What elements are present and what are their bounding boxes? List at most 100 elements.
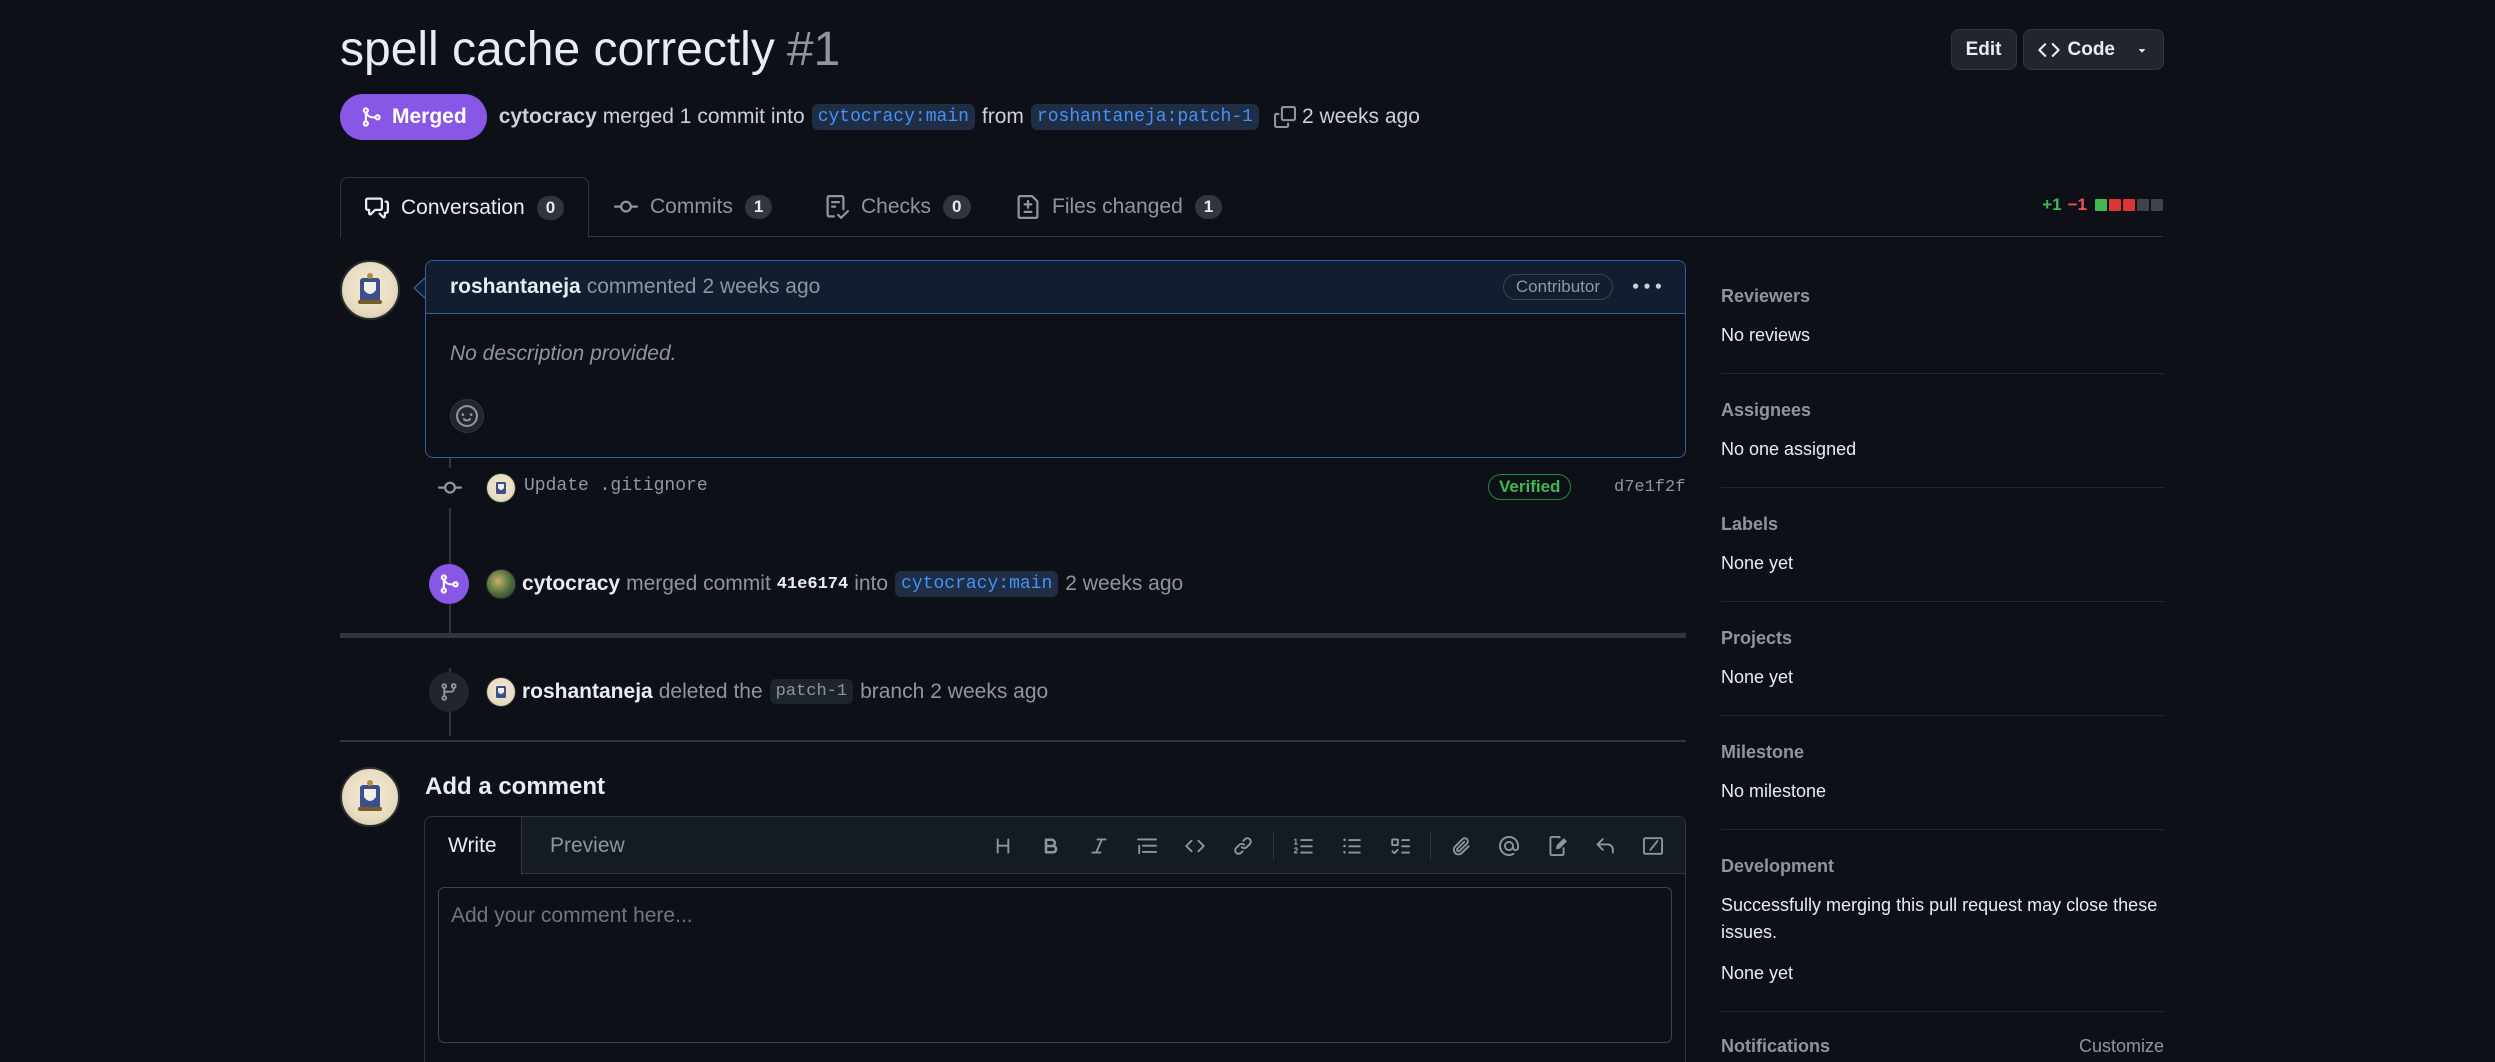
comment-body: No description provided. bbox=[450, 342, 677, 365]
mention-icon[interactable] bbox=[1485, 831, 1533, 861]
pr-description-comment: roshantaneja commented 2 weeks ago Contr… bbox=[425, 260, 1686, 458]
merge-event: cytocracy merged commit 41e6174 into cyt… bbox=[522, 571, 1183, 597]
bold-icon[interactable] bbox=[1027, 831, 1075, 861]
delete-time[interactable]: 2 weeks ago bbox=[930, 680, 1048, 704]
add-comment-title: Add a comment bbox=[425, 773, 606, 800]
base-branch[interactable]: cytocracy:main bbox=[811, 104, 975, 130]
head-branch[interactable]: roshantaneja:patch-1 bbox=[1030, 104, 1259, 130]
pr-title: spell cache correctly bbox=[340, 23, 775, 76]
sidebar-heading: Labels bbox=[1721, 514, 1779, 534]
delete-author[interactable]: roshantaneja bbox=[522, 680, 653, 704]
cross-reference-icon[interactable] bbox=[1533, 831, 1581, 861]
sidebar-heading: Assignees bbox=[1721, 400, 1812, 420]
slash-command-icon[interactable] bbox=[1629, 831, 1677, 861]
tab-conversation[interactable]: Conversation 0 bbox=[340, 177, 590, 238]
commit-sha[interactable]: d7e1f2f bbox=[1614, 478, 1685, 497]
ordered-list-icon[interactable] bbox=[1280, 831, 1328, 861]
branch-word: branch bbox=[860, 679, 925, 703]
pr-number: #1 bbox=[786, 23, 841, 76]
quote-icon[interactable] bbox=[1123, 831, 1171, 861]
avatar[interactable] bbox=[486, 473, 516, 503]
git-merge-icon bbox=[438, 573, 460, 595]
tab-checks[interactable]: Checks 0 bbox=[825, 177, 971, 237]
code-label: Code bbox=[2067, 38, 2116, 60]
comment-header: roshantaneja commented 2 weeks ago Contr… bbox=[426, 261, 1685, 314]
comment-textarea[interactable]: Add your comment here... bbox=[438, 887, 1672, 1043]
tab-files-changed[interactable]: Files changed 1 bbox=[1016, 177, 1223, 237]
into-text: into bbox=[854, 572, 889, 595]
comment-action: commented bbox=[586, 275, 697, 298]
comment-time[interactable]: 2 weeks ago bbox=[702, 275, 820, 299]
editor-toolbar: Write Preview bbox=[425, 817, 1685, 875]
projects-label[interactable]: Projects bbox=[1721, 628, 2164, 649]
avatar[interactable] bbox=[340, 260, 400, 320]
sidebar-heading: Reviewers bbox=[1721, 286, 1811, 306]
reply-icon[interactable] bbox=[1581, 831, 1629, 861]
diffstat-block bbox=[2095, 199, 2107, 211]
link-icon[interactable] bbox=[1219, 831, 1267, 861]
status-badge: Merged bbox=[340, 94, 487, 140]
caret-down-icon bbox=[2125, 43, 2149, 57]
attach-icon[interactable] bbox=[1437, 831, 1485, 861]
delete-action: deleted the bbox=[658, 679, 763, 703]
comment-author[interactable]: roshantaneja bbox=[450, 275, 581, 299]
avatar[interactable] bbox=[486, 569, 516, 599]
code-button[interactable]: Code bbox=[2022, 29, 2164, 70]
labels-label[interactable]: Labels bbox=[1721, 514, 2164, 535]
assignees-label[interactable]: Assignees bbox=[1721, 400, 2164, 421]
sidebar-heading: Milestone bbox=[1721, 742, 1805, 762]
merge-event-time[interactable]: 2 weeks ago bbox=[1065, 572, 1183, 596]
tab-label: Conversation bbox=[401, 195, 525, 219]
status-label: Merged bbox=[392, 105, 467, 128]
sidebar-labels: Labels None yet bbox=[1721, 488, 2164, 602]
sidebar-milestone: Milestone No milestone bbox=[1721, 716, 2164, 830]
milestone-label[interactable]: Milestone bbox=[1721, 742, 2164, 763]
commit-event-icon bbox=[430, 468, 470, 508]
merge-branch[interactable]: cytocracy:main bbox=[895, 571, 1059, 597]
merger-link[interactable]: cytocracy bbox=[499, 105, 597, 129]
tab-preview[interactable]: Preview bbox=[550, 817, 625, 875]
diffstat-block bbox=[2151, 199, 2163, 211]
sidebar-reviewers: Reviewers No reviews bbox=[1721, 260, 2164, 374]
checklist-icon bbox=[825, 195, 861, 219]
tab-count: 0 bbox=[943, 195, 971, 219]
code-icon[interactable] bbox=[1171, 831, 1219, 861]
sidebar-development: Development Successfully merging this pu… bbox=[1721, 830, 2164, 1012]
unordered-list-icon[interactable] bbox=[1328, 831, 1376, 861]
edit-button[interactable]: Edit bbox=[1950, 29, 2017, 70]
sidebar-notifications: Notifications Customize bbox=[1721, 1012, 2164, 1062]
copy-icon[interactable] bbox=[1273, 106, 1296, 128]
commit-message[interactable]: Update .gitignore bbox=[524, 476, 708, 496]
development-label[interactable]: Development bbox=[1721, 856, 2164, 877]
avatar[interactable] bbox=[486, 677, 516, 707]
merge-author[interactable]: cytocracy bbox=[522, 572, 620, 596]
task-list-icon[interactable] bbox=[1376, 831, 1424, 861]
tab-commits[interactable]: Commits 1 bbox=[614, 177, 773, 237]
add-reaction-button[interactable] bbox=[450, 399, 484, 433]
formatting-tools bbox=[979, 831, 1677, 861]
verified-badge[interactable]: Verified bbox=[1488, 474, 1572, 500]
customize-link[interactable]: Customize bbox=[2079, 1036, 2164, 1057]
merge-commit-sha[interactable]: 41e6174 bbox=[777, 575, 848, 594]
write-label: Write bbox=[448, 834, 497, 857]
sidebar-assignees: Assignees No one assigned bbox=[1721, 374, 2164, 488]
diff-deletions: −1 bbox=[2067, 195, 2087, 214]
preview-label: Preview bbox=[550, 834, 625, 857]
tab-write[interactable]: Write bbox=[425, 817, 522, 875]
reviewers-label[interactable]: Reviewers bbox=[1721, 286, 2164, 307]
avatar[interactable] bbox=[340, 767, 400, 827]
tab-count: 0 bbox=[536, 195, 565, 220]
pr-tabs: Conversation 0 Commits 1 Checks 0 Files … bbox=[340, 177, 2163, 238]
tab-label: Checks bbox=[861, 195, 932, 218]
git-branch-icon bbox=[439, 682, 459, 702]
diffstat-blocks bbox=[2095, 199, 2163, 211]
sidebar-projects: Projects None yet bbox=[1721, 602, 2164, 716]
edit-label: Edit bbox=[1965, 38, 2002, 60]
reviewers-value: No reviews bbox=[1721, 325, 1811, 345]
git-merge-icon bbox=[360, 106, 392, 128]
italic-icon[interactable] bbox=[1075, 831, 1123, 861]
kebab-menu-icon[interactable] bbox=[1633, 273, 1661, 301]
heading-icon[interactable] bbox=[979, 831, 1027, 861]
diffstat-block bbox=[2123, 199, 2135, 211]
pr-title-row: spell cache correctly #1 bbox=[340, 22, 840, 82]
